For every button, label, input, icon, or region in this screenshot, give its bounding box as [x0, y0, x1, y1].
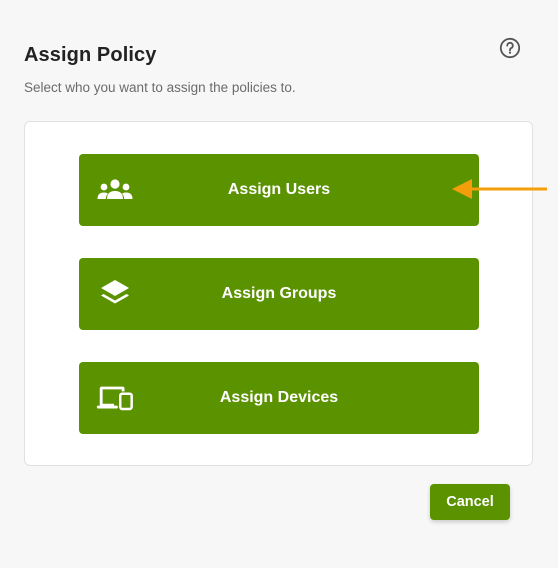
assign-users-label: Assign Users: [227, 181, 331, 198]
dialog-title: Assign Policy: [24, 44, 157, 66]
help-icon[interactable]: [499, 37, 521, 59]
assign-groups-label: Assign Groups: [221, 285, 337, 302]
cancel-button[interactable]: Cancel: [430, 484, 510, 520]
assign-devices-button[interactable]: Assign Devices: [79, 362, 479, 434]
dialog-subtitle: Select who you want to assign the polici…: [24, 80, 296, 95]
annotation-arrow-icon: [452, 179, 547, 199]
assign-policy-dialog: Assign Policy Select who you want to ass…: [0, 0, 558, 568]
assign-devices-label: Assign Devices: [219, 389, 339, 406]
options-panel: Assign Users Assign Groups Assign Device…: [24, 121, 533, 466]
assign-groups-button[interactable]: Assign Groups: [79, 258, 479, 330]
assign-users-button[interactable]: Assign Users: [79, 154, 479, 226]
